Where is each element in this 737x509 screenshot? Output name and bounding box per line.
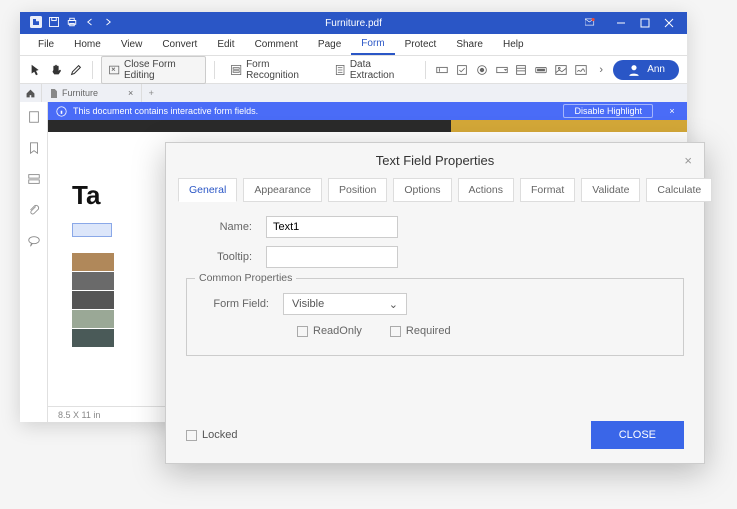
comments-icon[interactable] [27,234,41,253]
listbox-icon[interactable] [514,61,530,79]
name-input[interactable] [266,216,398,238]
name-label: Name: [186,221,266,233]
checkbox-icon[interactable] [454,61,470,79]
user-badge[interactable]: Ann [613,60,679,80]
menu-share[interactable]: Share [446,35,493,54]
edit-icon[interactable] [68,61,84,79]
signature-icon[interactable] [573,61,589,79]
thumbnails-icon[interactable] [27,110,41,129]
banner-text: This document contains interactive form … [73,106,258,116]
tab-actions[interactable]: Actions [458,178,514,202]
document-title: Furniture.pdf [325,18,382,29]
attachments-icon[interactable] [27,203,41,222]
overflow-icon[interactable]: › [593,61,609,79]
dialog-title: Text Field Properties × [166,143,704,178]
undo-icon[interactable] [84,16,96,31]
menu-edit[interactable]: Edit [207,35,244,54]
readonly-checkbox[interactable]: ReadOnly [297,325,362,337]
dialog-tabs: General Appearance Position Options Acti… [166,178,704,202]
radio-icon[interactable] [474,61,490,79]
menu-protect[interactable]: Protect [395,35,447,54]
pointer-icon[interactable] [28,61,44,79]
tab-format[interactable]: Format [520,178,575,202]
menubar: File Home View Convert Edit Comment Page… [20,34,687,56]
menu-file[interactable]: File [28,35,64,54]
form-info-banner: This document contains interactive form … [48,102,687,120]
layers-icon[interactable] [27,172,41,191]
home-icon[interactable] [20,84,42,102]
save-icon[interactable] [48,16,60,31]
menu-help[interactable]: Help [493,35,534,54]
tab-position[interactable]: Position [328,178,387,202]
menu-convert[interactable]: Convert [152,35,207,54]
data-extraction-button[interactable]: Data Extraction [327,56,417,84]
doc-tab-furniture[interactable]: Furniture × [42,84,142,102]
tooltip-label: Tooltip: [186,251,266,263]
tab-validate[interactable]: Validate [581,178,640,202]
menu-view[interactable]: View [111,35,153,54]
disable-highlight-button[interactable]: Disable Highlight [563,104,653,118]
side-panel [20,102,48,422]
close-button[interactable]: CLOSE [591,421,684,449]
tooltip-input[interactable] [266,246,398,268]
menu-form[interactable]: Form [351,34,394,55]
tab-close-icon[interactable]: × [128,88,133,98]
menu-comment[interactable]: Comment [245,35,308,54]
minimize-button[interactable] [609,12,633,34]
form-field-select[interactable]: Visible ⌄ [283,293,407,315]
dialog-close-icon[interactable]: × [684,153,692,168]
tab-appearance[interactable]: Appearance [243,178,322,202]
maximize-button[interactable] [633,12,657,34]
menu-page[interactable]: Page [308,35,351,54]
required-checkbox[interactable]: Required [390,325,451,337]
common-properties-legend: Common Properties [195,272,296,284]
text-field-properties-dialog: Text Field Properties × General Appearan… [165,142,705,464]
bookmarks-icon[interactable] [27,141,41,160]
combobox-icon[interactable] [494,61,510,79]
close-form-editing-button[interactable]: Close Form Editing [101,56,206,84]
content-thumbnails [72,253,114,347]
text-field-on-page[interactable] [72,223,112,237]
banner-close-icon[interactable]: × [665,106,679,116]
image-field-icon[interactable] [553,61,569,79]
common-properties-group: Common Properties Form Field: Visible ⌄ … [186,278,684,356]
tab-calculate[interactable]: Calculate [646,178,712,202]
add-tab-button[interactable]: + [142,84,160,102]
document-tabbar: Furniture × + [20,84,687,102]
tab-general[interactable]: General [178,178,237,202]
menu-home[interactable]: Home [64,35,111,54]
redo-icon[interactable] [102,16,114,31]
hand-icon[interactable] [48,61,64,79]
print-icon[interactable] [66,16,78,31]
button-field-icon[interactable] [533,61,549,79]
page-dimensions: 8.5 X 11 in [58,410,100,420]
chevron-down-icon: ⌄ [389,298,398,311]
app-logo-icon [30,16,42,31]
toolbar: Close Form Editing Form Recognition Data… [20,56,687,84]
titlebar: Furniture.pdf [20,12,687,34]
form-field-label: Form Field: [203,298,283,310]
close-window-button[interactable] [657,12,681,34]
mail-notification-icon[interactable] [585,17,601,29]
locked-checkbox[interactable]: Locked [186,429,237,441]
form-recognition-button[interactable]: Form Recognition [223,56,323,84]
tab-options[interactable]: Options [393,178,451,202]
textfield-icon[interactable] [434,61,450,79]
